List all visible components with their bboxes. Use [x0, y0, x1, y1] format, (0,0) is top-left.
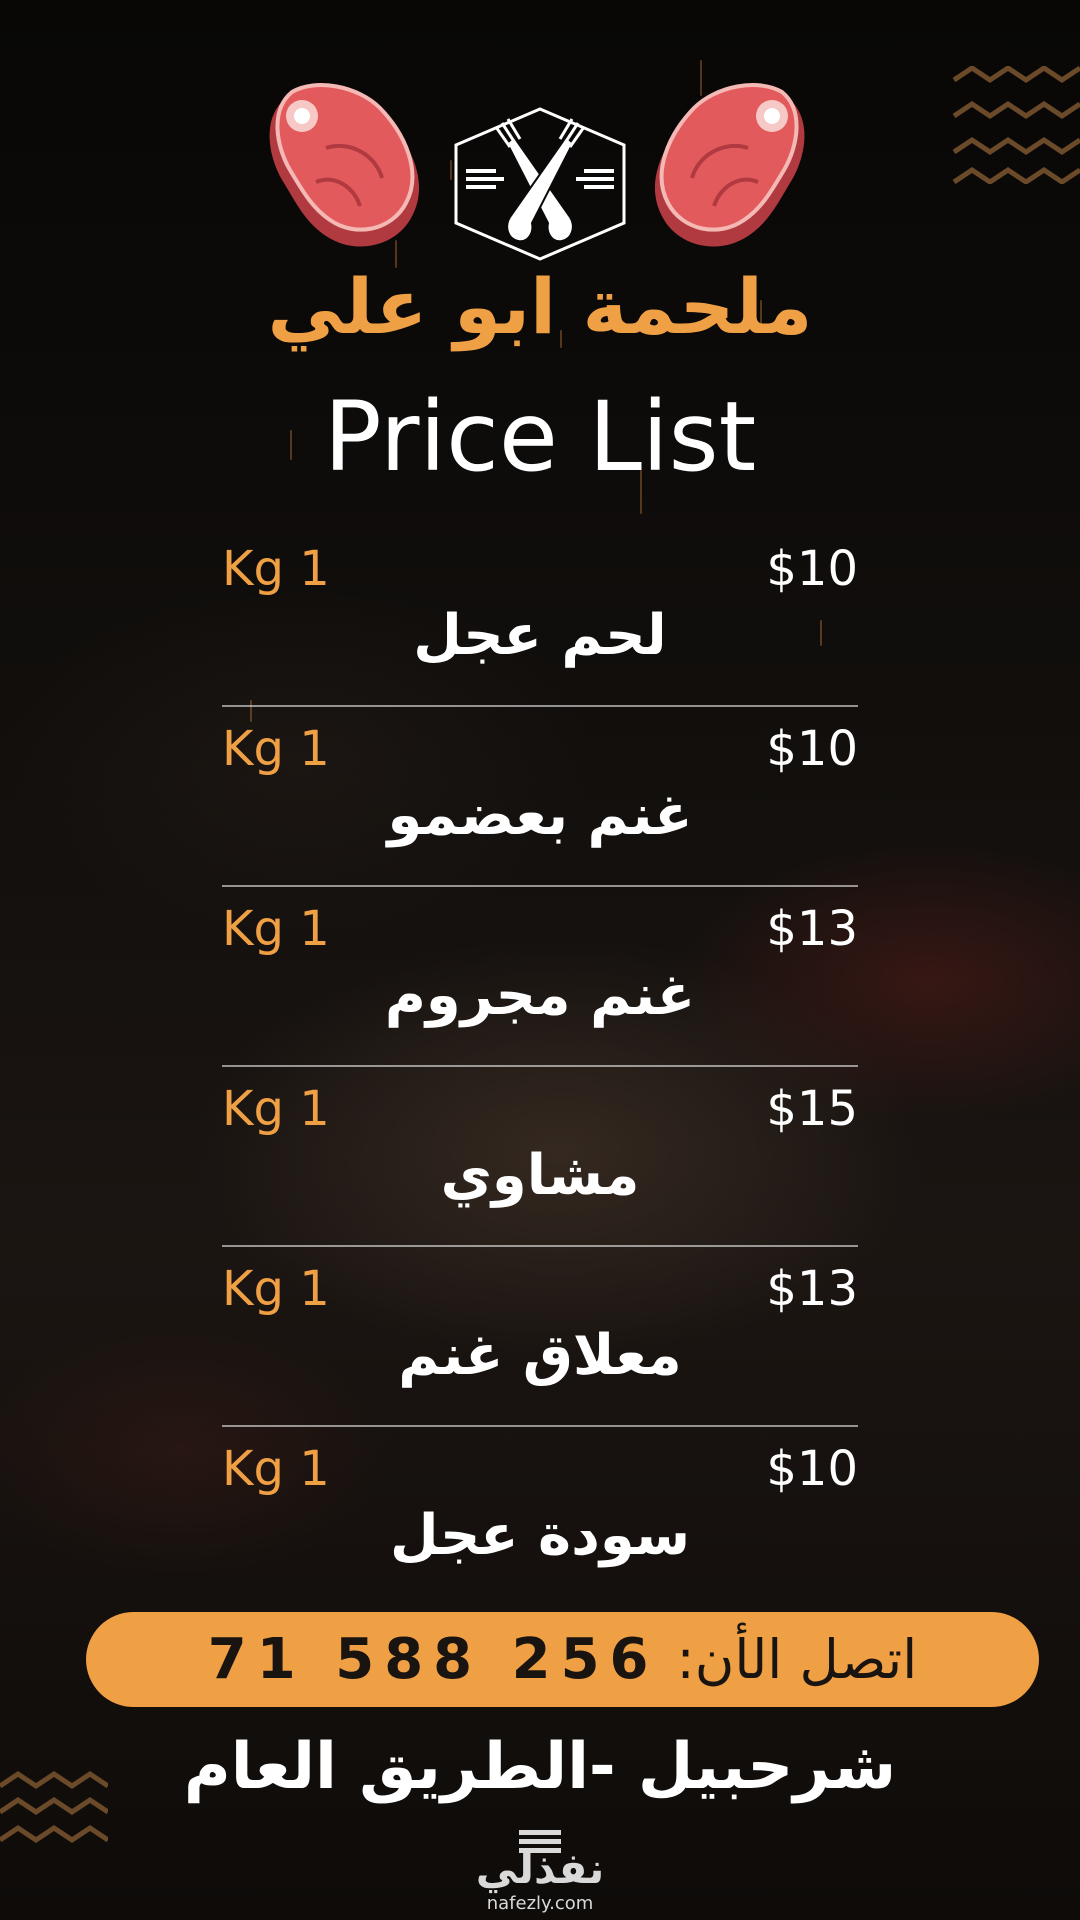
list-item: Kg 1 $15 مشاوي	[222, 1075, 858, 1255]
list-item: Kg 1 $10 سودة عجل	[222, 1435, 858, 1615]
steak-icon	[269, 83, 420, 247]
call-label: اتصل الأن:	[676, 1628, 918, 1691]
item-name: غنم بعضمو	[387, 783, 693, 848]
item-quantity: Kg 1	[222, 1261, 330, 1317]
divider	[222, 885, 858, 887]
item-price: $13	[766, 1261, 858, 1317]
divider	[222, 705, 858, 707]
page-title: Price List	[323, 381, 757, 493]
item-name: مشاوي	[440, 1143, 640, 1208]
item-quantity: Kg 1	[222, 721, 330, 777]
item-quantity: Kg 1	[222, 1441, 330, 1497]
item-price: $10	[766, 541, 858, 597]
list-item: Kg 1 $13 غنم مجروم	[222, 895, 858, 1075]
item-name: سودة عجل	[389, 1503, 691, 1568]
item-price: $15	[766, 1081, 858, 1137]
watermark: نفذلي nafezly.com	[440, 1828, 640, 1918]
divider	[222, 1065, 858, 1067]
fork-cross-hexagon-icon	[454, 107, 626, 261]
list-item: Kg 1 $10 لحم عجل	[222, 535, 858, 715]
list-item: Kg 1 $13 معلاق غنم	[222, 1255, 858, 1435]
shop-name: ملحمة ابو علي	[267, 262, 813, 351]
watermark-name: نفذلي	[475, 1844, 605, 1893]
item-price: $10	[766, 1441, 858, 1497]
steak-icon	[654, 83, 805, 247]
item-quantity: Kg 1	[222, 901, 330, 957]
item-price: $13	[766, 901, 858, 957]
item-name: غنم مجروم	[384, 963, 696, 1028]
list-item: Kg 1 $10 غنم بعضمو	[222, 715, 858, 895]
phone-number[interactable]: 71 588 256	[208, 1627, 659, 1692]
item-price: $10	[766, 721, 858, 777]
call-now-banner[interactable]: اتصل الأن: 71 588 256	[86, 1612, 1039, 1707]
price-list: Kg 1 $10 لحم عجل Kg 1 $10 غنم بعضمو Kg 1…	[222, 535, 858, 1615]
item-quantity: Kg 1	[222, 541, 330, 597]
divider	[222, 1245, 858, 1247]
item-quantity: Kg 1	[222, 1081, 330, 1137]
address: شرحبيل -الطريق العام	[183, 1730, 897, 1804]
item-name: لحم عجل	[413, 603, 667, 668]
item-name: معلاق غنم	[398, 1323, 682, 1388]
watermark-url: nafezly.com	[486, 1893, 594, 1914]
logo-row	[0, 70, 1080, 270]
divider	[222, 1425, 858, 1427]
